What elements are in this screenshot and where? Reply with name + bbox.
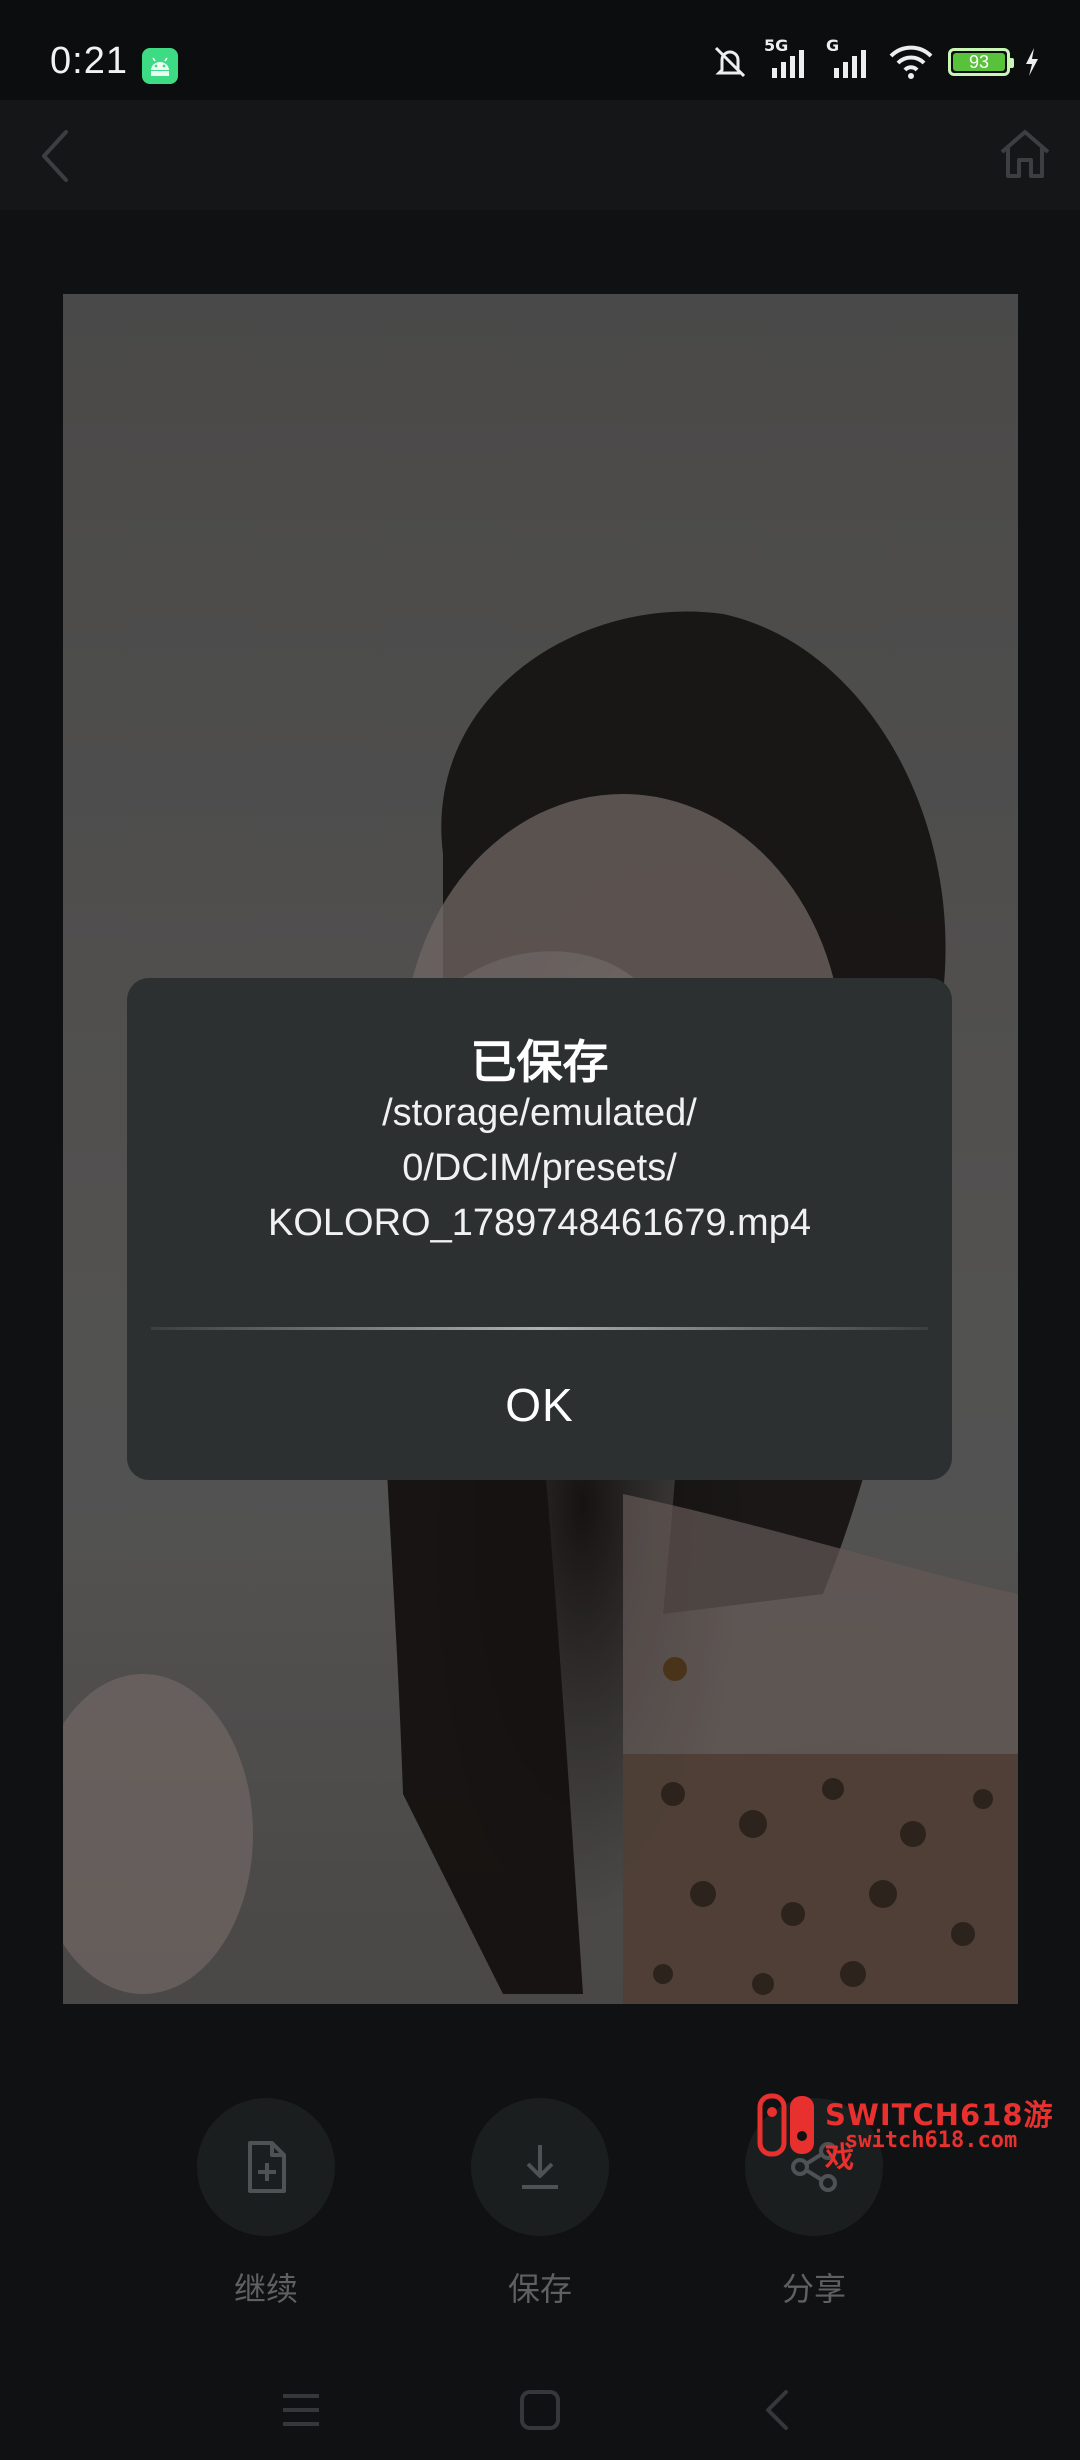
dialog-message-line: /storage/emulated/ xyxy=(382,1092,697,1134)
download-icon xyxy=(522,2145,558,2189)
save-label: 保存 xyxy=(507,2270,572,2308)
battery-icon: 93 xyxy=(948,48,1014,76)
saved-dialog: 已保存 /storage/emulated/ 0/DCIM/presets/ K… xyxy=(127,978,952,1480)
continue-label: 继续 xyxy=(233,2270,298,2308)
network-label-g: G xyxy=(826,36,840,55)
home-icon xyxy=(1000,130,1050,178)
back-icon xyxy=(766,2390,788,2430)
battery-percent: 93 xyxy=(968,52,990,72)
navigation-bar xyxy=(0,2340,1080,2460)
save-button-circle[interactable] xyxy=(471,2098,609,2236)
mute-icon xyxy=(710,42,750,82)
back-icon xyxy=(42,130,68,182)
menu-icon xyxy=(283,2394,319,2426)
share-label: 分享 xyxy=(781,2270,846,2308)
wifi-icon xyxy=(888,44,934,80)
dialog-message: /storage/emulated/ 0/DCIM/presets/ KOLOR… xyxy=(167,1086,912,1251)
back-button[interactable] xyxy=(28,118,92,194)
app-bar xyxy=(0,100,1080,210)
status-icons: 5G G 93 xyxy=(710,36,1040,82)
status-time: 0:21 xyxy=(50,40,128,82)
nav-home-button[interactable] xyxy=(518,2388,562,2436)
switch-logo-icon xyxy=(757,2093,814,2157)
watermark: SWITCH618游戏 switch618.com xyxy=(755,2088,1075,2178)
ok-button[interactable]: OK xyxy=(127,1330,952,1480)
dialog-message-line: 0/DCIM/presets/ xyxy=(402,1147,677,1189)
watermark-url: switch618.com xyxy=(845,2128,1018,2153)
continue-button-circle[interactable] xyxy=(197,2098,335,2236)
home-button[interactable] xyxy=(992,122,1058,188)
status-bar: 0:21 5G G 93 xyxy=(0,0,1080,100)
signal-icon: 5G xyxy=(764,36,812,80)
signal-icon: G xyxy=(826,36,874,80)
home-square-icon xyxy=(520,2390,560,2430)
network-label-5g: 5G xyxy=(764,36,789,55)
nav-back-button[interactable] xyxy=(758,2386,798,2438)
continue-button[interactable]: 继续 xyxy=(186,2080,346,2310)
android-icon xyxy=(142,48,178,84)
charging-icon xyxy=(1024,47,1040,77)
nav-menu-button[interactable] xyxy=(279,2390,323,2434)
save-button[interactable]: 保存 xyxy=(460,2080,620,2310)
add-file-icon xyxy=(248,2141,286,2193)
dialog-message-line: KOLORO_1789748461679.mp4 xyxy=(268,1202,811,1244)
dialog-title: 已保存 xyxy=(470,1035,609,1089)
